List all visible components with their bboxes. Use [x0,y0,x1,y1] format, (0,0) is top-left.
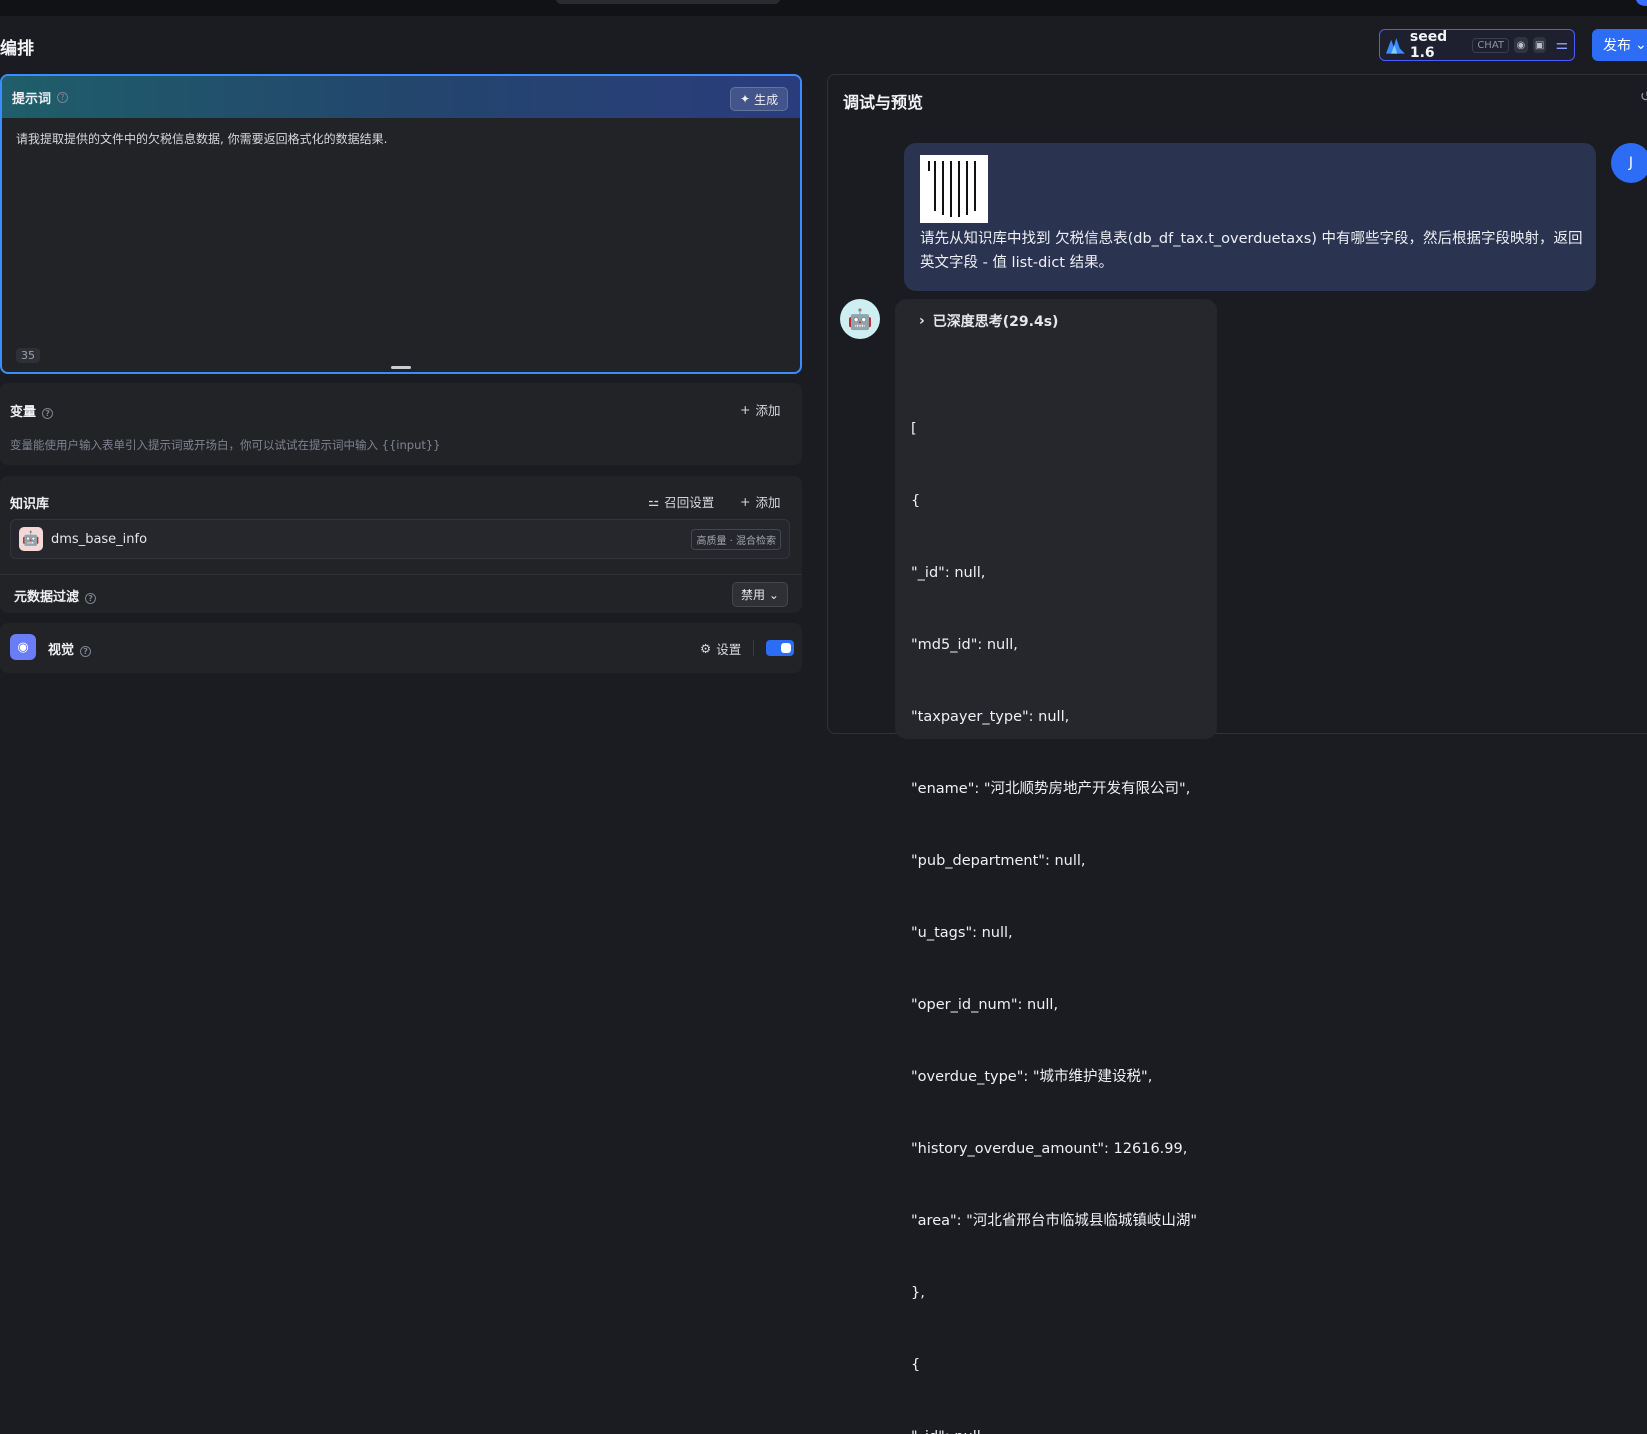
add-variable-button[interactable]: + 添加 [740,400,781,419]
meta-filter-value: 禁用 [741,588,766,602]
plus-icon: + [740,494,751,509]
header: 编排 seed 1.6 CHAT ◉ ▣ ⚌ 发布 ⌄ [0,16,1647,74]
preview-title: 调试与预览 [843,93,924,112]
reply-line: "taxpayer_type": null, [911,709,1070,725]
attached-image[interactable] [920,155,988,223]
meta-filter-label: 元数据过滤? [14,586,97,605]
chevron-right-icon: › [919,313,925,329]
generate-label: 生成 [754,92,779,107]
vision-card: ◉ 视觉? ⚙ 设置 [0,623,802,673]
top-bar [0,0,1647,16]
meta-filter-select[interactable]: 禁用 ⌄ [732,582,788,607]
reply-line: "_id": null, [911,1425,1197,1434]
help-icon[interactable]: ? [85,593,97,604]
reply-line: { [911,493,921,509]
reply-line: "overdue_type": "城市维护建设税", [911,1069,1153,1085]
add-knowledge-button[interactable]: + 添加 [740,492,781,511]
bot-message: › 已深度思考(29.4s) [ { "_id": null, "md5_id"… [895,299,1217,1434]
reply-line: "oper_id_num": null, [911,997,1059,1013]
model-tag: CHAT [1472,37,1509,53]
model-name: seed 1.6 [1409,29,1448,61]
vision-label: 视觉? [48,639,92,658]
page-title: 编排 [0,39,34,59]
add-label: 添加 [755,403,781,418]
reply-line: "md5_id": null, [911,637,1018,653]
char-count: 35 [16,348,40,363]
eye-icon: ◉ [1514,37,1528,53]
generate-button[interactable]: ✦ 生成 [730,87,789,111]
thinking-label: 已深度思考(29.4s) [932,314,1059,330]
divider [753,640,754,656]
reset-icon[interactable]: ↺ [1640,89,1647,105]
knowledge-card: 知识库 ⚍ 召回设置 + 添加 🤖 dms_base_info 高质量 · 混合… [0,476,802,613]
help-icon[interactable]: ? [80,646,92,657]
account-avatar[interactable] [1636,0,1647,6]
reply-line: "u_tags": null, [911,925,1013,941]
chevron-down-icon: ⌄ [768,588,779,602]
divider [0,574,802,575]
vision-toggle[interactable] [766,640,794,656]
reply-line: [ [911,421,917,437]
recall-label: 召回设置 [664,495,715,510]
gear-icon: ⚙ [700,641,712,656]
reply-line: "history_overdue_amount": 12616.99, [911,1141,1188,1157]
user-avatar: J [1611,143,1647,183]
resize-handle[interactable] [391,366,411,369]
add-label: 添加 [755,495,781,510]
user-message-text: 请先从知识库中找到 欠税信息表(db_df_tax.t_overduetaxs)… [920,231,1583,271]
chevron-down-icon: ⌄ [1635,37,1647,53]
vision-settings-button[interactable]: ⚙ 设置 [700,639,741,658]
reply-line: "ename": "河北顺势房地产开发有限公司", [911,781,1191,797]
variables-card: 变量? + 添加 变量能使用户输入表单引入提示词或开场白，你可以试试在提示词中输… [0,383,802,465]
user-message: 请先从知识库中找到 欠税信息表(db_df_tax.t_overduetaxs)… [904,143,1596,291]
reply-line: "area": "河北省邢台市临城县临城镇岐山湖" [911,1213,1198,1229]
reply-line: }, [911,1285,925,1301]
knowledge-item-name: dms_base_info [51,531,148,547]
variables-hint: 变量能使用户输入表单引入提示词或开场白，你可以试试在提示词中输入 {{input… [10,438,441,452]
plus-icon: + [740,402,751,417]
tool-icon: ▣ [1532,37,1547,53]
prompt-editor[interactable]: 请我提取提供的文件中的欠税信息数据, 你需要返回格式化的数据结果. [2,118,800,160]
publish-button[interactable]: 发布 ⌄ [1592,29,1647,61]
sliders-icon: ⚍ [648,494,660,509]
publish-label: 发布 [1603,38,1631,54]
variables-label: 变量? [10,401,54,420]
knowledge-item[interactable]: 🤖 dms_base_info 高质量 · 混合检索 [10,519,790,559]
bot-reply: [ { "_id": null, "md5_id": null, "taxpay… [911,369,1197,1434]
prompt-header: 提示词 ? ✦ 生成 [2,76,800,118]
seed-logo-icon [1386,38,1405,54]
settings-sliders-icon[interactable]: ⚌ [1555,37,1568,53]
debug-preview-panel: 调试与预览 ↺ 请先从知识库中找到 欠税信息表(db_df_tax.t_over… [827,74,1647,1434]
sparkle-icon: ✦ [740,92,751,106]
recall-settings-button[interactable]: ⚍ 召回设置 [648,492,714,511]
knowledge-item-badge: 高质量 · 混合检索 [691,528,781,550]
reply-line: { [911,1357,921,1373]
model-selector[interactable]: seed 1.6 CHAT ◉ ▣ ⚌ [1379,29,1575,61]
prompt-label: 提示词 [12,91,52,107]
reply-line: "_id": null, [911,565,986,581]
search-pill[interactable] [556,0,780,4]
settings-label: 设置 [716,642,742,657]
reply-line: "pub_department": null, [911,853,1086,869]
help-icon[interactable]: ? [57,91,69,103]
bot-avatar: 🤖 [840,299,880,339]
knowledge-label: 知识库 [10,497,50,512]
thinking-toggle[interactable]: › 已深度思考(29.4s) [919,311,1058,331]
prompt-card: 提示词 ? ✦ 生成 请我提取提供的文件中的欠税信息数据, 你需要返回格式化的数… [0,74,802,374]
robot-icon: 🤖 [19,527,43,551]
help-icon[interactable]: ? [42,408,54,419]
eye-icon: ◉ [10,634,36,660]
